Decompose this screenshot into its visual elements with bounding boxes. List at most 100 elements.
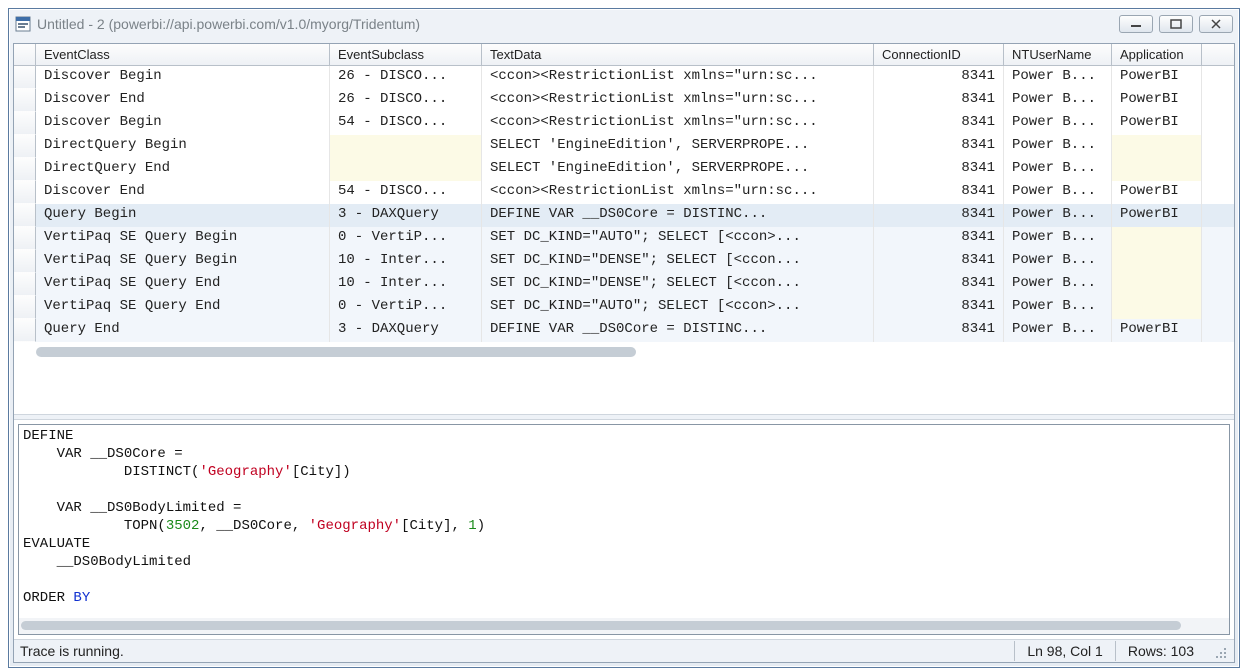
cell-ntusername[interactable]: Power B... [1004,135,1112,158]
cell-eventclass[interactable]: VertiPaq SE Query Begin [36,227,330,250]
cell-ntusername[interactable]: Power B... [1004,227,1112,250]
row-gutter[interactable] [14,66,36,89]
cell-connectionid[interactable]: 8341 [874,112,1004,135]
table-row[interactable]: Query End3 - DAXQueryDEFINE VAR __DS0Cor… [14,319,1234,342]
cell-application[interactable] [1112,158,1202,181]
cell-eventclass[interactable]: Query Begin [36,204,330,227]
cell-ntusername[interactable]: Power B... [1004,112,1112,135]
detail-text-pane[interactable]: DEFINE VAR __DS0Core = DISTINCT('Geograp… [18,424,1230,636]
cell-textdata[interactable]: DEFINE VAR __DS0Core = DISTINC... [482,319,874,342]
minimize-button[interactable] [1119,15,1153,33]
col-header-ntusername[interactable]: NTUserName [1004,44,1112,65]
cell-application[interactable]: PowerBI [1112,319,1202,342]
cell-textdata[interactable]: DEFINE VAR __DS0Core = DISTINC... [482,204,874,227]
cell-connectionid[interactable]: 8341 [874,204,1004,227]
title-bar[interactable]: Untitled - 2 (powerbi://api.powerbi.com/… [9,9,1239,39]
table-row[interactable]: Discover End54 - DISCO...<ccon><Restrict… [14,181,1234,204]
cell-ntusername[interactable]: Power B... [1004,273,1112,296]
cell-eventsubclass[interactable]: 10 - Inter... [330,273,482,296]
table-row[interactable]: DirectQuery End SELECT 'EngineEdition', … [14,158,1234,181]
row-gutter[interactable] [14,296,36,319]
cell-connectionid[interactable]: 8341 [874,158,1004,181]
scroll-thumb[interactable] [21,621,1181,630]
cell-ntusername[interactable]: Power B... [1004,66,1112,89]
cell-eventclass[interactable]: VertiPaq SE Query End [36,273,330,296]
cell-application[interactable] [1112,273,1202,296]
cell-application[interactable]: PowerBI [1112,89,1202,112]
cell-textdata[interactable]: <ccon><RestrictionList xmlns="urn:sc... [482,66,874,89]
cell-textdata[interactable]: <ccon><RestrictionList xmlns="urn:sc... [482,89,874,112]
cell-eventclass[interactable]: Query End [36,319,330,342]
resize-grip-icon[interactable] [1210,642,1228,660]
cell-eventclass[interactable]: VertiPaq SE Query End [36,296,330,319]
col-header-eventsubclass[interactable]: EventSubclass [330,44,482,65]
cell-connectionid[interactable]: 8341 [874,89,1004,112]
cell-textdata[interactable]: SET DC_KIND="DENSE"; SELECT [<ccon... [482,250,874,273]
grid-body[interactable]: Discover Begin26 - DISCO...<ccon><Restri… [14,66,1234,342]
row-gutter[interactable] [14,112,36,135]
col-header-connectionid[interactable]: ConnectionID [874,44,1004,65]
col-header-application[interactable]: Application [1112,44,1202,65]
cell-eventsubclass[interactable]: 54 - DISCO... [330,112,482,135]
row-gutter[interactable] [14,158,36,181]
cell-ntusername[interactable]: Power B... [1004,319,1112,342]
cell-textdata[interactable]: <ccon><RestrictionList xmlns="urn:sc... [482,181,874,204]
cell-ntusername[interactable]: Power B... [1004,204,1112,227]
maximize-button[interactable] [1159,15,1193,33]
grid-horizontal-scrollbar[interactable] [36,344,1136,362]
table-row[interactable]: VertiPaq SE Query End0 - VertiP...SET DC… [14,296,1234,319]
cell-eventsubclass[interactable] [330,135,482,158]
cell-eventsubclass[interactable]: 26 - DISCO... [330,66,482,89]
cell-application[interactable]: PowerBI [1112,204,1202,227]
row-gutter[interactable] [14,227,36,250]
cell-connectionid[interactable]: 8341 [874,296,1004,319]
cell-ntusername[interactable]: Power B... [1004,181,1112,204]
cell-textdata[interactable]: SET DC_KIND="AUTO"; SELECT [<ccon>... [482,296,874,319]
cell-eventsubclass[interactable]: 0 - VertiP... [330,227,482,250]
cell-eventsubclass[interactable]: 10 - Inter... [330,250,482,273]
cell-connectionid[interactable]: 8341 [874,319,1004,342]
row-gutter[interactable] [14,135,36,158]
row-gutter[interactable] [14,89,36,112]
cell-connectionid[interactable]: 8341 [874,181,1004,204]
cell-connectionid[interactable]: 8341 [874,135,1004,158]
cell-eventclass[interactable]: Discover Begin [36,112,330,135]
cell-connectionid[interactable]: 8341 [874,273,1004,296]
trace-grid[interactable]: EventClass EventSubclass TextData Connec… [14,44,1234,414]
detail-horizontal-scrollbar[interactable] [19,618,1229,634]
cell-ntusername[interactable]: Power B... [1004,250,1112,273]
cell-eventclass[interactable]: VertiPaq SE Query Begin [36,250,330,273]
row-header-gutter[interactable] [14,44,36,65]
table-row[interactable]: DirectQuery Begin SELECT 'EngineEdition'… [14,135,1234,158]
cell-textdata[interactable]: SELECT 'EngineEdition', SERVERPROPE... [482,158,874,181]
table-row[interactable]: VertiPaq SE Query Begin0 - VertiP...SET … [14,227,1234,250]
table-row[interactable]: Discover Begin26 - DISCO...<ccon><Restri… [14,66,1234,89]
horizontal-splitter[interactable] [14,414,1234,420]
col-header-textdata[interactable]: TextData [482,44,874,65]
cell-eventsubclass[interactable]: 0 - VertiP... [330,296,482,319]
row-gutter[interactable] [14,204,36,227]
cell-ntusername[interactable]: Power B... [1004,296,1112,319]
table-row[interactable]: Discover End26 - DISCO...<ccon><Restrict… [14,89,1234,112]
cell-eventclass[interactable]: Discover Begin [36,66,330,89]
cell-textdata[interactable]: SET DC_KIND="AUTO"; SELECT [<ccon>... [482,227,874,250]
cell-textdata[interactable]: SET DC_KIND="DENSE"; SELECT [<ccon... [482,273,874,296]
row-gutter[interactable] [14,319,36,342]
cell-application[interactable]: PowerBI [1112,181,1202,204]
col-header-eventclass[interactable]: EventClass [36,44,330,65]
cell-connectionid[interactable]: 8341 [874,227,1004,250]
table-row[interactable]: VertiPaq SE Query Begin10 - Inter...SET … [14,250,1234,273]
cell-eventclass[interactable]: Discover End [36,89,330,112]
row-gutter[interactable] [14,250,36,273]
cell-textdata[interactable]: SELECT 'EngineEdition', SERVERPROPE... [482,135,874,158]
cell-application[interactable]: PowerBI [1112,66,1202,89]
table-row[interactable]: VertiPaq SE Query End10 - Inter...SET DC… [14,273,1234,296]
cell-connectionid[interactable]: 8341 [874,66,1004,89]
table-row[interactable]: Query Begin3 - DAXQueryDEFINE VAR __DS0C… [14,204,1234,227]
row-gutter[interactable] [14,181,36,204]
cell-eventsubclass[interactable] [330,158,482,181]
cell-eventsubclass[interactable]: 3 - DAXQuery [330,319,482,342]
table-row[interactable]: Discover Begin54 - DISCO...<ccon><Restri… [14,112,1234,135]
cell-ntusername[interactable]: Power B... [1004,158,1112,181]
cell-application[interactable]: PowerBI [1112,112,1202,135]
